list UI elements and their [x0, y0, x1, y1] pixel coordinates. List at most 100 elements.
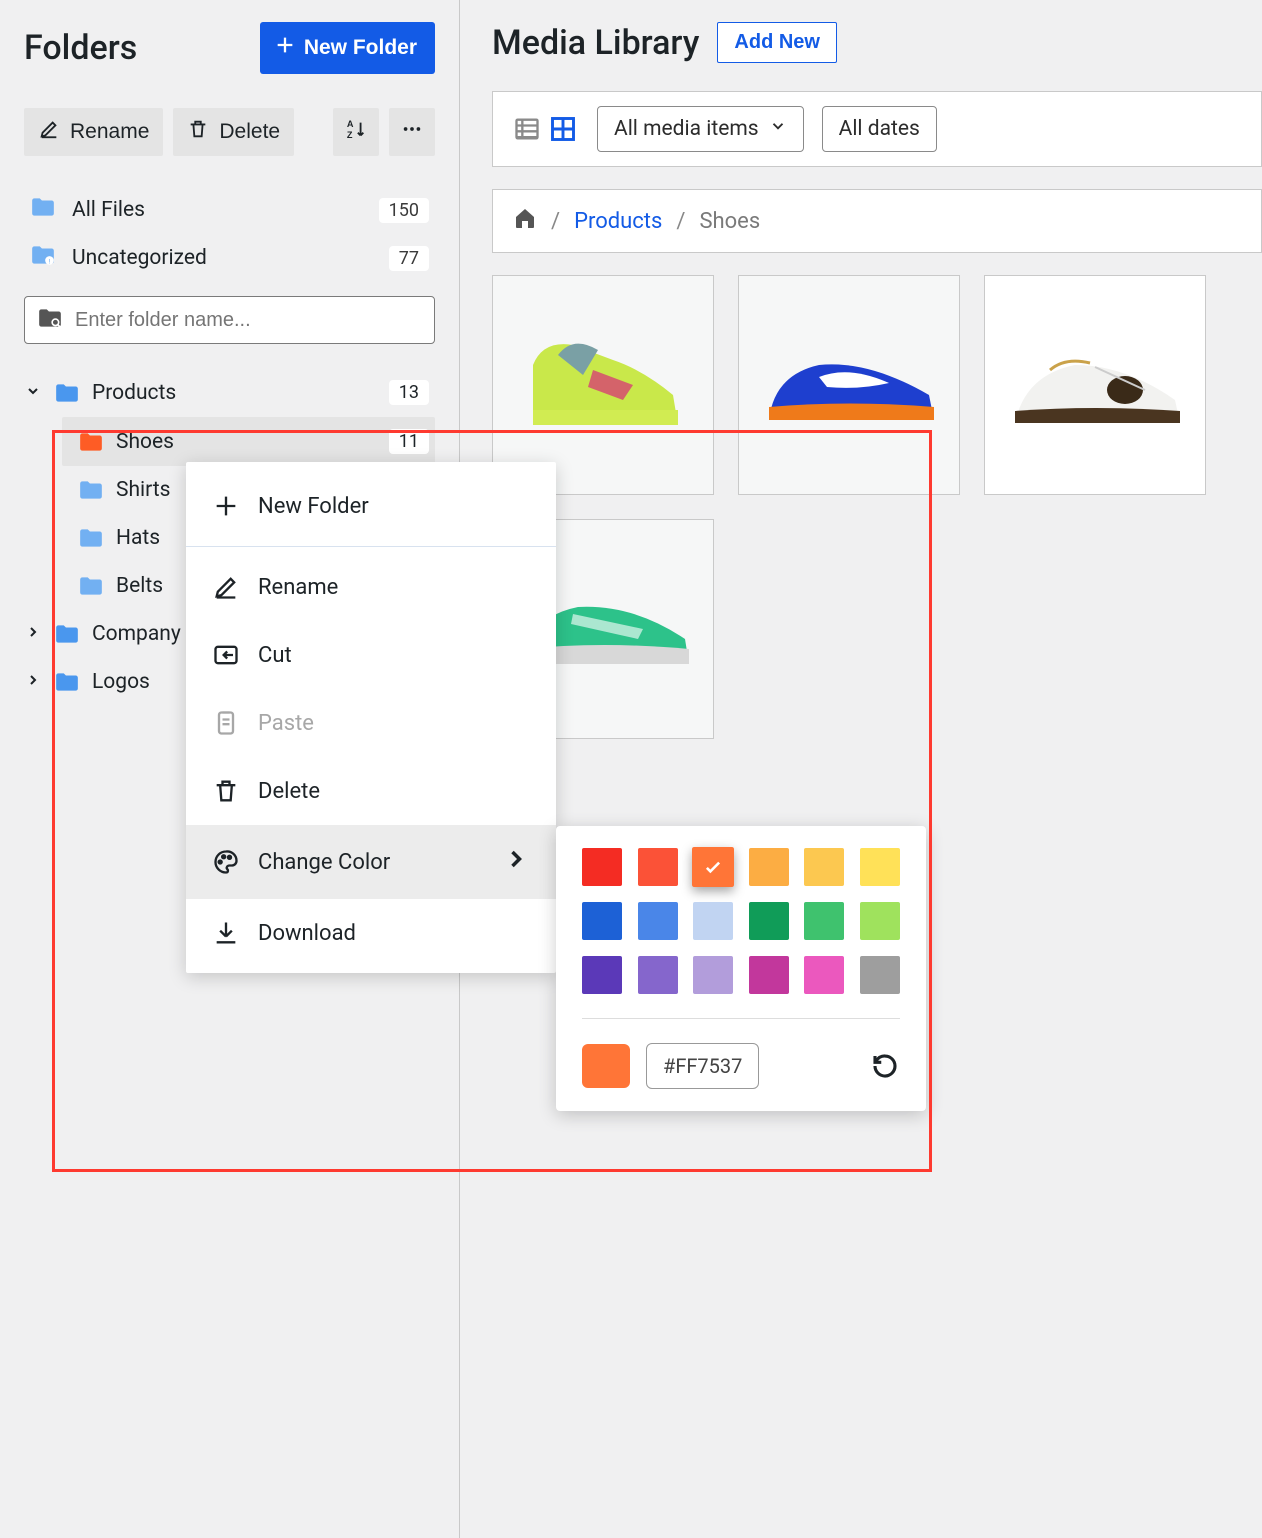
color-swatch[interactable] — [860, 956, 900, 994]
tree-node-shoes[interactable]: Shoes 11 — [62, 417, 435, 466]
chevron-down-icon[interactable] — [24, 381, 42, 405]
folder-icon — [78, 479, 104, 501]
color-swatch[interactable] — [693, 956, 733, 994]
color-swatch[interactable] — [749, 902, 789, 940]
tree-label: Logos — [92, 670, 150, 694]
chevron-right-icon[interactable] — [24, 670, 42, 694]
uncategorized-label: Uncategorized — [72, 246, 207, 270]
uncategorized-item[interactable]: ! Uncategorized 77 — [24, 234, 435, 282]
color-swatch[interactable] — [860, 848, 900, 886]
media-thumb[interactable] — [738, 275, 960, 495]
media-library-title: Media Library — [492, 23, 699, 63]
shoe-image — [749, 315, 949, 455]
folder-search[interactable] — [24, 296, 435, 344]
color-swatch[interactable] — [692, 847, 734, 887]
cut-icon — [212, 641, 240, 669]
context-menu: New Folder Rename Cut Paste Delete Chang… — [186, 462, 556, 973]
paste-icon — [212, 709, 240, 737]
chevron-right-icon[interactable] — [24, 622, 42, 646]
cm-separator — [186, 546, 556, 547]
uncategorized-count: 77 — [389, 246, 429, 271]
filter-bar: All media items All dates — [492, 91, 1262, 167]
svg-text:!: ! — [49, 258, 51, 266]
cm-rename[interactable]: Rename — [186, 553, 556, 621]
sort-button[interactable]: AZ — [333, 108, 379, 156]
color-swatch[interactable] — [582, 902, 622, 940]
cm-delete[interactable]: Delete — [186, 757, 556, 825]
delete-button[interactable]: Delete — [173, 108, 294, 156]
folder-warn-icon: ! — [30, 244, 56, 272]
tree-label: Shoes — [116, 430, 174, 454]
color-swatch[interactable] — [749, 848, 789, 886]
more-button[interactable] — [389, 108, 435, 156]
folders-title: Folders — [24, 28, 137, 68]
current-color-swatch[interactable] — [582, 1044, 630, 1088]
tree-count: 13 — [389, 380, 429, 405]
folder-icon — [78, 575, 104, 597]
cm-label: Download — [258, 921, 356, 946]
breadcrumb-current: Shoes — [699, 209, 760, 234]
all-files-label: All Files — [72, 198, 145, 222]
cm-new-folder[interactable]: New Folder — [186, 472, 556, 540]
color-swatch[interactable] — [638, 902, 678, 940]
filter-media-label: All media items — [614, 117, 759, 141]
media-grid — [492, 275, 1262, 739]
tree-count: 11 — [389, 429, 429, 454]
color-swatch[interactable] — [804, 848, 844, 886]
folder-search-input[interactable] — [75, 309, 422, 332]
add-new-button[interactable]: Add New — [717, 22, 837, 63]
folder-icon — [54, 671, 80, 693]
trash-icon — [212, 777, 240, 805]
folder-icon — [78, 431, 104, 453]
new-folder-button[interactable]: New Folder — [260, 22, 435, 74]
ellipsis-icon — [401, 118, 423, 146]
chevron-right-icon — [502, 845, 530, 879]
tree-label: Shirts — [116, 478, 170, 502]
svg-text:Z: Z — [347, 130, 353, 140]
color-swatch[interactable] — [804, 956, 844, 994]
color-picker: #FF7537 — [556, 826, 926, 1111]
sort-az-icon: AZ — [345, 118, 367, 146]
shoe-image — [995, 315, 1195, 455]
cm-label: Change Color — [258, 850, 390, 875]
cm-change-color[interactable]: Change Color — [186, 825, 556, 899]
chevron-down-icon — [769, 117, 787, 141]
reset-color-button[interactable] — [870, 1051, 900, 1081]
color-swatch[interactable] — [638, 848, 678, 886]
tree-label: Company P — [92, 622, 199, 646]
color-swatch[interactable] — [749, 956, 789, 994]
tree-label: Hats — [116, 526, 160, 550]
cm-paste: Paste — [186, 689, 556, 757]
cm-label: Rename — [258, 575, 338, 600]
color-swatch[interactable] — [860, 902, 900, 940]
color-swatch[interactable] — [582, 956, 622, 994]
pencil-icon — [38, 118, 60, 146]
color-swatch[interactable] — [582, 848, 622, 886]
breadcrumb-products[interactable]: Products — [574, 209, 662, 234]
color-swatch[interactable] — [693, 902, 733, 940]
grid-view-button[interactable] — [547, 113, 579, 145]
cm-download[interactable]: Download — [186, 899, 556, 967]
folder-icon — [78, 527, 104, 549]
breadcrumb: / Products / Shoes — [492, 189, 1262, 253]
folders-toolbar: Rename Delete AZ — [24, 108, 435, 156]
trash-icon — [187, 118, 209, 146]
color-swatch[interactable] — [638, 956, 678, 994]
tree-node-products[interactable]: Products 13 — [24, 368, 435, 417]
media-thumb[interactable] — [984, 275, 1206, 495]
all-files-item[interactable]: All Files 150 — [24, 186, 435, 234]
home-icon[interactable] — [513, 206, 537, 236]
plus-icon — [212, 492, 240, 520]
cm-label: Delete — [258, 779, 320, 804]
hex-input[interactable]: #FF7537 — [646, 1043, 759, 1089]
cm-cut[interactable]: Cut — [186, 621, 556, 689]
undo-icon — [870, 1051, 900, 1081]
list-view-button[interactable] — [511, 113, 543, 145]
shoe-image — [503, 315, 703, 455]
all-files-count: 150 — [379, 198, 429, 223]
color-swatch[interactable] — [804, 902, 844, 940]
rename-button[interactable]: Rename — [24, 108, 163, 156]
tree-label: Products — [92, 381, 176, 405]
filter-media-type[interactable]: All media items — [597, 106, 804, 152]
filter-dates[interactable]: All dates — [822, 106, 937, 152]
